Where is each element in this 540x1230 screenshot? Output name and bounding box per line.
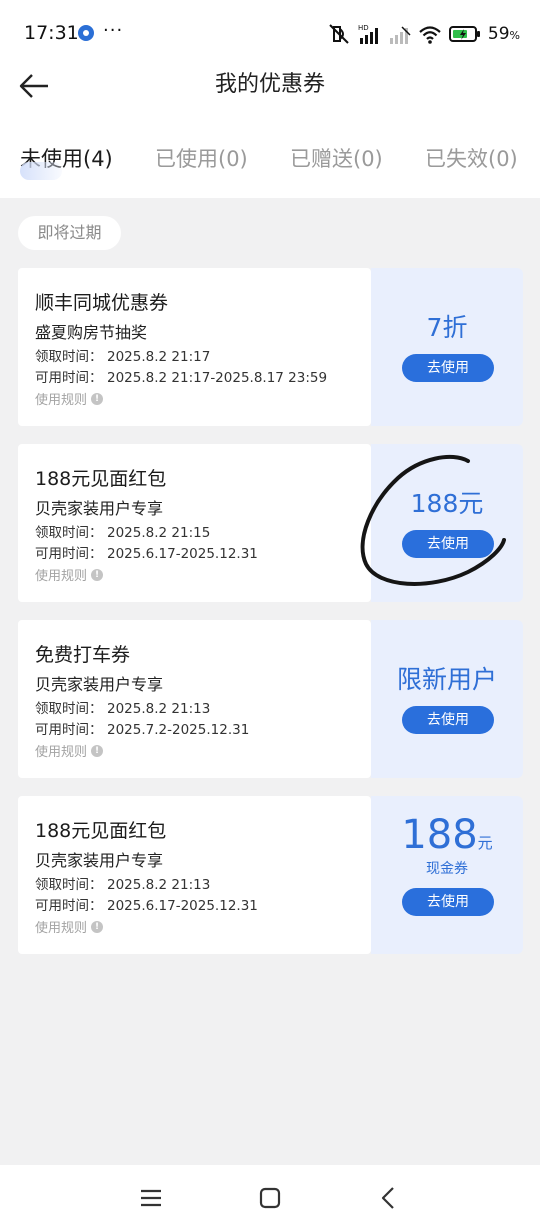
use-coupon-button[interactable]: 去使用 (402, 530, 494, 558)
page-title: 我的优惠券 (214, 72, 325, 97)
coupon-valid-time: 可用时间： 2025.7.2-2025.12.31 (35, 722, 250, 738)
use-coupon-button[interactable]: 去使用 (402, 888, 494, 916)
wifi-icon (419, 26, 441, 44)
tab-expired[interactable]: 已失效(0) (425, 143, 518, 173)
coupon-receive-time: 领取时间： 2025.8.2 21:13 (35, 701, 211, 717)
coupon-title: 免费打车券 (35, 644, 131, 666)
coupon-title: 顺丰同城优惠券 (35, 292, 169, 314)
hd-signal-icon: HD (358, 24, 378, 44)
coupon-tabs: 未使用(4) 已使用(0) 已赠送(0) 已失效(0) (0, 118, 540, 198)
coupon-rules-link[interactable]: 使用规则! (35, 565, 104, 584)
section-label-expiring-soon: 即将过期 (18, 216, 121, 250)
signal-icon (389, 26, 411, 44)
coupon-valid-time: 可用时间： 2025.6.17-2025.12.31 (35, 898, 258, 914)
coupon-cash-type: 现金券 (426, 861, 468, 877)
status-icons: HD 59% (327, 20, 520, 48)
app-notification-icon (78, 25, 94, 41)
svg-text:HD: HD (358, 24, 369, 32)
coupon-valid-time: 可用时间： 2025.8.2 21:17-2025.8.17 23:59 (35, 370, 328, 386)
tab-used[interactable]: 已使用(0) (155, 143, 248, 173)
coupon-info: 免费打车券 贝壳家装用户专享 领取时间： 2025.8.2 21:13 可用时间：… (18, 620, 371, 778)
coupon-title: 188元见面红包 (35, 468, 167, 490)
info-icon: ! (91, 920, 104, 933)
coupon-info: 188元见面红包 贝壳家装用户专享 领取时间： 2025.8.2 21:15 可用… (18, 444, 371, 602)
coupon-receive-time: 领取时间： 2025.8.2 21:13 (35, 877, 211, 893)
coupon-subtitle: 贝壳家装用户专享 (35, 675, 164, 694)
coupon-value: 188元 (410, 489, 484, 518)
mute-icon (329, 24, 349, 44)
tab-gifted[interactable]: 已赠送(0) (290, 143, 383, 173)
coupon-title: 188元见面红包 (35, 820, 167, 842)
back-icon[interactable] (376, 1185, 402, 1211)
use-coupon-button[interactable]: 去使用 (402, 706, 494, 734)
coupon-value-panel: 限新用户 去使用 (371, 620, 523, 778)
coupon-value: 限新用户 (396, 665, 497, 694)
battery-icon (448, 26, 480, 42)
coupon-rules-link[interactable]: 使用规则! (35, 741, 104, 760)
coupon-cash-amount: 188元 (401, 812, 493, 858)
coupon-value-panel: 188元 现金券 去使用 (371, 796, 523, 954)
use-coupon-button[interactable]: 去使用 (402, 354, 494, 382)
nav-header: 我的优惠券 (0, 68, 540, 118)
coupon-info: 188元见面红包 贝壳家装用户专享 领取时间： 2025.8.2 21:13 可用… (18, 796, 371, 954)
coupon-card: 188元见面红包 贝壳家装用户专享 领取时间： 2025.8.2 21:15 可用… (18, 444, 523, 602)
coupon-subtitle: 贝壳家装用户专享 (35, 499, 164, 518)
coupon-value: 7折 (426, 313, 468, 342)
coupon-card: 顺丰同城优惠券 盛夏购房节抽奖 领取时间： 2025.8.2 21:17 可用时间… (18, 268, 523, 426)
info-icon: ! (91, 568, 104, 581)
system-navigation-bar (0, 1165, 540, 1230)
info-icon: ! (91, 392, 104, 405)
coupon-rules-link[interactable]: 使用规则! (35, 389, 104, 408)
coupon-card: 188元见面红包 贝壳家装用户专享 领取时间： 2025.8.2 21:13 可用… (18, 796, 523, 954)
battery-percent: 59% (487, 24, 520, 44)
coupon-receive-time: 领取时间： 2025.8.2 21:17 (35, 349, 211, 365)
status-time: 17:31 (24, 22, 79, 44)
info-icon: ! (91, 744, 104, 757)
menu-icon[interactable] (138, 1185, 164, 1211)
coupon-subtitle: 贝壳家装用户专享 (35, 851, 164, 870)
active-tab-indicator (20, 162, 62, 180)
coupon-value-panel: 7折 去使用 (371, 268, 523, 426)
coupon-card: 免费打车券 贝壳家装用户专享 领取时间： 2025.8.2 21:13 可用时间：… (18, 620, 523, 778)
status-bar: 17:31 ··· HD 59% (0, 0, 540, 68)
coupon-info: 顺丰同城优惠券 盛夏购房节抽奖 领取时间： 2025.8.2 21:17 可用时间… (18, 268, 371, 426)
more-notifications-indicator: ··· (103, 20, 124, 41)
coupon-subtitle: 盛夏购房节抽奖 (35, 323, 148, 342)
coupon-value-panel: 188元 去使用 (371, 444, 523, 602)
coupon-valid-time: 可用时间： 2025.6.17-2025.12.31 (35, 546, 258, 562)
home-icon[interactable] (257, 1185, 283, 1211)
coupon-rules-link[interactable]: 使用规则! (35, 917, 104, 936)
coupon-receive-time: 领取时间： 2025.8.2 21:15 (35, 525, 211, 541)
